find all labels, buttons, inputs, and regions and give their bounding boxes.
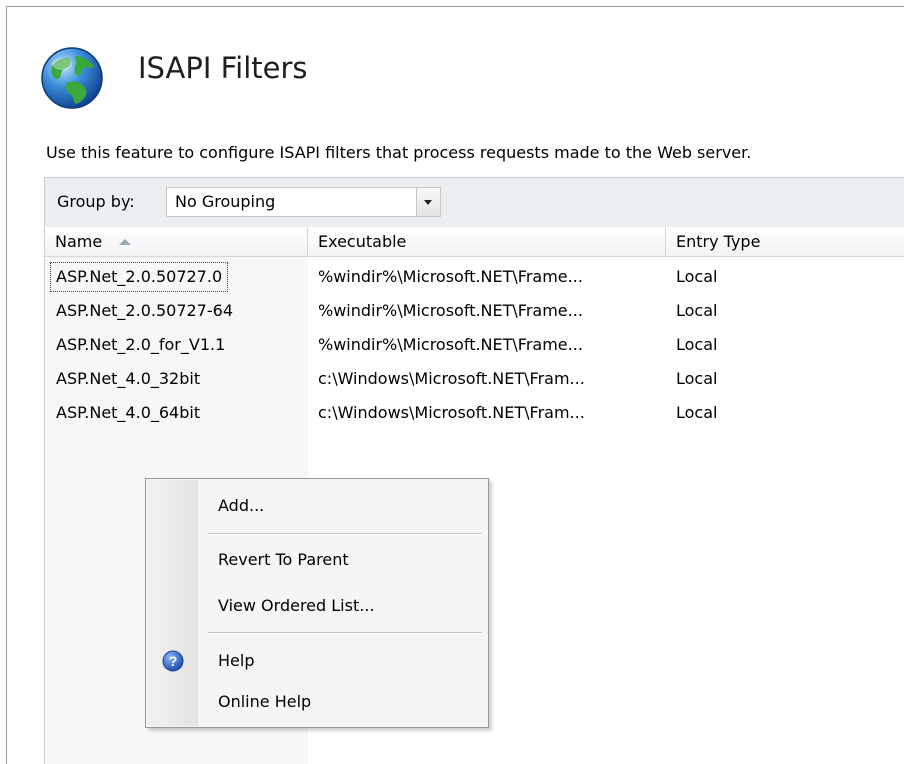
menu-separator: [208, 533, 482, 534]
cell-executable: c:\Windows\Microsoft.NET\Fram...: [318, 369, 585, 388]
menu-item-view-ordered-label: View Ordered List...: [218, 596, 375, 615]
globe-icon: [41, 47, 103, 109]
cell-name: ASP.Net_2.0.50727-64: [56, 301, 233, 320]
cell-executable: %windir%\Microsoft.NET\Frame...: [318, 301, 583, 320]
table-row[interactable]: ASP.Net_2.0.50727-64 %windir%\Microsoft.…: [45, 294, 904, 328]
list-header: Name Executable Entry Type: [45, 227, 904, 257]
menu-item-help[interactable]: ? Help: [148, 644, 486, 678]
cell-entry-type: Local: [676, 403, 718, 422]
column-header-name[interactable]: Name: [45, 227, 308, 256]
cell-name: ASP.Net_2.0.50727.0: [48, 260, 230, 294]
menu-item-view-ordered-list[interactable]: View Ordered List...: [148, 589, 486, 623]
group-by-toolbar: Group by: No Grouping: [44, 177, 904, 227]
cell-name: ASP.Net_2.0_for_V1.1: [56, 335, 226, 354]
column-header-executable-label: Executable: [318, 232, 407, 251]
group-by-label: Group by:: [57, 192, 135, 211]
table-row[interactable]: ASP.Net_2.0_for_V1.1 %windir%\Microsoft.…: [45, 328, 904, 362]
menu-item-online-help[interactable]: Online Help: [148, 685, 486, 719]
column-header-executable[interactable]: Executable: [308, 227, 666, 256]
cell-executable: %windir%\Microsoft.NET\Frame...: [318, 267, 583, 286]
help-icon: ?: [162, 650, 184, 672]
chevron-down-icon[interactable]: [416, 188, 440, 216]
cell-entry-type: Local: [676, 369, 718, 388]
cell-executable: c:\Windows\Microsoft.NET\Fram...: [318, 403, 585, 422]
column-header-name-label: Name: [55, 232, 103, 251]
page-description: Use this feature to configure ISAPI filt…: [46, 143, 752, 162]
menu-item-revert-to-parent[interactable]: Revert To Parent: [148, 543, 486, 577]
menu-item-add[interactable]: Add...: [148, 489, 486, 523]
svg-text:?: ?: [169, 653, 178, 669]
page-title: ISAPI Filters: [138, 51, 308, 85]
cell-entry-type: Local: [676, 267, 718, 286]
context-menu: Add... Revert To Parent View Ordered Lis…: [145, 478, 489, 728]
cell-name: ASP.Net_4.0_32bit: [56, 369, 201, 388]
cell-entry-type: Local: [676, 335, 718, 354]
table-row[interactable]: ASP.Net_4.0_64bit c:\Windows\Microsoft.N…: [45, 396, 904, 430]
menu-item-add-label: Add...: [218, 496, 265, 515]
group-by-value: No Grouping: [175, 192, 276, 211]
menu-item-help-label: Help: [218, 651, 255, 670]
group-by-dropdown[interactable]: No Grouping: [166, 187, 441, 217]
menu-item-revert-label: Revert To Parent: [218, 550, 349, 569]
sort-ascending-icon: [119, 239, 131, 245]
column-header-entry-type-label: Entry Type: [676, 232, 761, 251]
menu-separator: [208, 632, 482, 633]
menu-item-online-help-label: Online Help: [218, 692, 312, 711]
table-row[interactable]: ASP.Net_4.0_32bit c:\Windows\Microsoft.N…: [45, 362, 904, 396]
cell-executable: %windir%\Microsoft.NET\Frame...: [318, 335, 583, 354]
cell-name: ASP.Net_4.0_64bit: [56, 403, 201, 422]
table-row[interactable]: ASP.Net_2.0.50727.0 %windir%\Microsoft.N…: [45, 260, 904, 294]
cell-entry-type: Local: [676, 301, 718, 320]
column-header-entry-type[interactable]: Entry Type: [666, 227, 904, 256]
